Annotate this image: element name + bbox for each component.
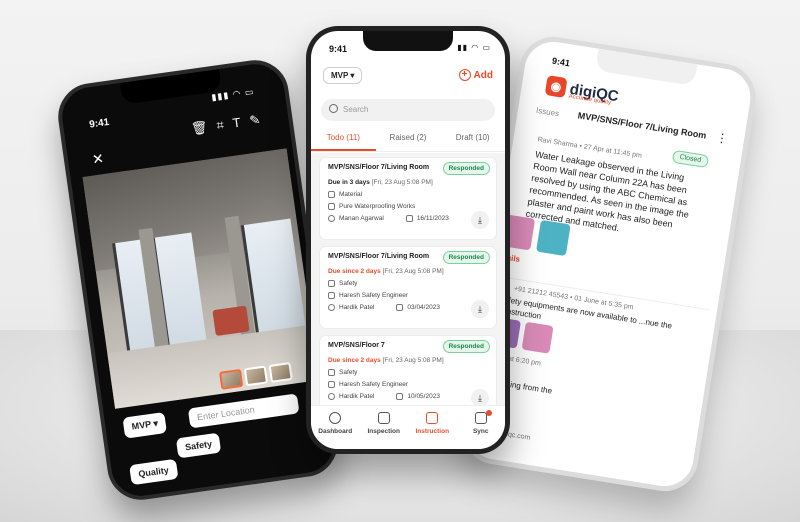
due-text: Due since 2 days [Fri, 23 Aug 5:08 PM]: [328, 268, 444, 275]
status-badge: Responded: [442, 162, 490, 175]
nav-inspection[interactable]: Inspection: [360, 406, 409, 449]
status-badge: Closed: [671, 149, 710, 169]
status-time: 9:41: [551, 55, 571, 69]
download-icon[interactable]: ⤓: [471, 211, 489, 229]
phone-notch: [363, 31, 453, 51]
notification-dot: [485, 410, 492, 416]
contractor: Haresh Safety Engineer: [339, 381, 409, 388]
building-icon: [328, 292, 335, 299]
tab-todo[interactable]: Todo (11): [311, 129, 376, 151]
cart: [212, 305, 250, 337]
tag-quality[interactable]: Quality: [129, 458, 178, 486]
contractor: Haresh Safety Engineer: [339, 292, 409, 299]
site-photo: [82, 148, 322, 423]
date: 10/05/2023: [407, 393, 440, 400]
thumbnail[interactable]: [219, 368, 244, 390]
building-icon: [328, 381, 335, 388]
person: Hardik Patel: [339, 304, 375, 311]
tag-icon: [328, 280, 335, 287]
crop-icon[interactable]: ⌗: [215, 117, 224, 134]
contractor: Pure Waterproofing Works: [339, 203, 416, 210]
calendar-icon: [396, 304, 404, 311]
issue-title: MVP/SNS/Floor 7/Living Room: [577, 110, 708, 141]
location-input[interactable]: Enter Location: [187, 393, 300, 429]
status-icons: ▮▮▮ ◠ ▭: [210, 86, 255, 103]
status-time: 9:41: [88, 116, 110, 131]
download-icon[interactable]: ⤓: [471, 300, 489, 318]
search-input[interactable]: Search: [321, 99, 495, 121]
project-select[interactable]: MVP ▾: [323, 67, 363, 84]
close-icon[interactable]: ✕: [91, 150, 105, 168]
app-screen: 9:41 ▮▮ ◠ ▭ MVP ▾ + Add Search Todo (11)…: [311, 31, 505, 449]
plus-icon: +: [458, 69, 471, 81]
person-icon: [328, 393, 335, 400]
category: Safety: [339, 369, 358, 376]
status-icons: ▮▮ ◠ ▭: [457, 43, 491, 52]
phone-notch: [595, 48, 698, 87]
tag-icon: [328, 191, 335, 198]
status-badge: Responded: [442, 251, 490, 264]
app-logo: ◉ digiQC Accurate quality: [544, 75, 620, 106]
logo-mark-icon: ◉: [544, 75, 568, 98]
attachment-image[interactable]: [521, 321, 554, 354]
bottom-nav: Dashboard Inspection Instruction Sync: [311, 405, 505, 449]
phone-notch: [119, 69, 222, 105]
pen-icon[interactable]: ✎: [248, 112, 261, 129]
instruction-card[interactable]: MVP/SNS/Floor 7/Living Room Responded Du…: [319, 246, 497, 329]
date: 16/11/2023: [416, 215, 449, 222]
instruction-list-phone: 9:41 ▮▮ ◠ ▭ MVP ▾ + Add Search Todo (11)…: [306, 26, 510, 454]
status-badge: Responded: [442, 340, 490, 353]
attachment-image[interactable]: [536, 219, 571, 257]
document-icon: [426, 412, 439, 424]
sync-icon: [474, 412, 487, 424]
nav-sync[interactable]: Sync: [457, 406, 506, 449]
calendar-icon: [405, 215, 413, 222]
project-select[interactable]: MVP ▾: [122, 411, 168, 439]
building-icon: [328, 203, 335, 210]
search-icon: [329, 104, 338, 113]
breadcrumb[interactable]: Issues: [535, 106, 559, 119]
checkbox-icon: [377, 412, 390, 424]
trash-icon[interactable]: 🗑: [190, 119, 209, 137]
add-button[interactable]: + Add: [458, 69, 493, 81]
person-icon: [328, 215, 335, 222]
more-icon[interactable]: ⋮: [715, 130, 729, 146]
person: Hardik Patel: [339, 393, 375, 400]
category: Safety: [339, 280, 358, 287]
status-time: 9:41: [329, 44, 348, 54]
instruction-list: MVP/SNS/Floor 7/Living Room Responded Du…: [311, 153, 505, 418]
person: Manan Agarwal: [339, 215, 384, 222]
date: 03/04/2023: [407, 304, 440, 311]
tab-raised[interactable]: Raised (2): [376, 129, 441, 151]
due-text: Due in 3 days [Fri, 23 Aug 5:08 PM]: [328, 179, 433, 186]
thumbnail[interactable]: [268, 361, 293, 383]
text-icon[interactable]: T: [232, 115, 242, 132]
category: Material: [339, 191, 363, 198]
thumbnail[interactable]: [243, 365, 269, 387]
edit-toolbar: 🗑 ⌗ T ✎: [190, 112, 261, 138]
person-icon: [328, 304, 335, 311]
tag-safety[interactable]: Safety: [175, 432, 222, 459]
calendar-icon: [396, 393, 404, 400]
nav-dashboard[interactable]: Dashboard: [311, 406, 360, 449]
tab-draft[interactable]: Draft (10): [440, 129, 505, 151]
due-text: Due since 2 days [Fri, 23 Aug 5:08 PM]: [328, 357, 444, 364]
comment-card: +91 21212 45543 • 01 June at 5:35 pm saf…: [484, 275, 710, 391]
tab-bar: Todo (11) Raised (2) Draft (10): [311, 129, 505, 152]
nav-instruction[interactable]: Instruction: [408, 406, 457, 449]
instruction-card[interactable]: MVP/SNS/Floor 7/Living Room Responded Du…: [319, 157, 497, 240]
compass-icon: [329, 412, 342, 424]
tag-icon: [328, 369, 335, 376]
